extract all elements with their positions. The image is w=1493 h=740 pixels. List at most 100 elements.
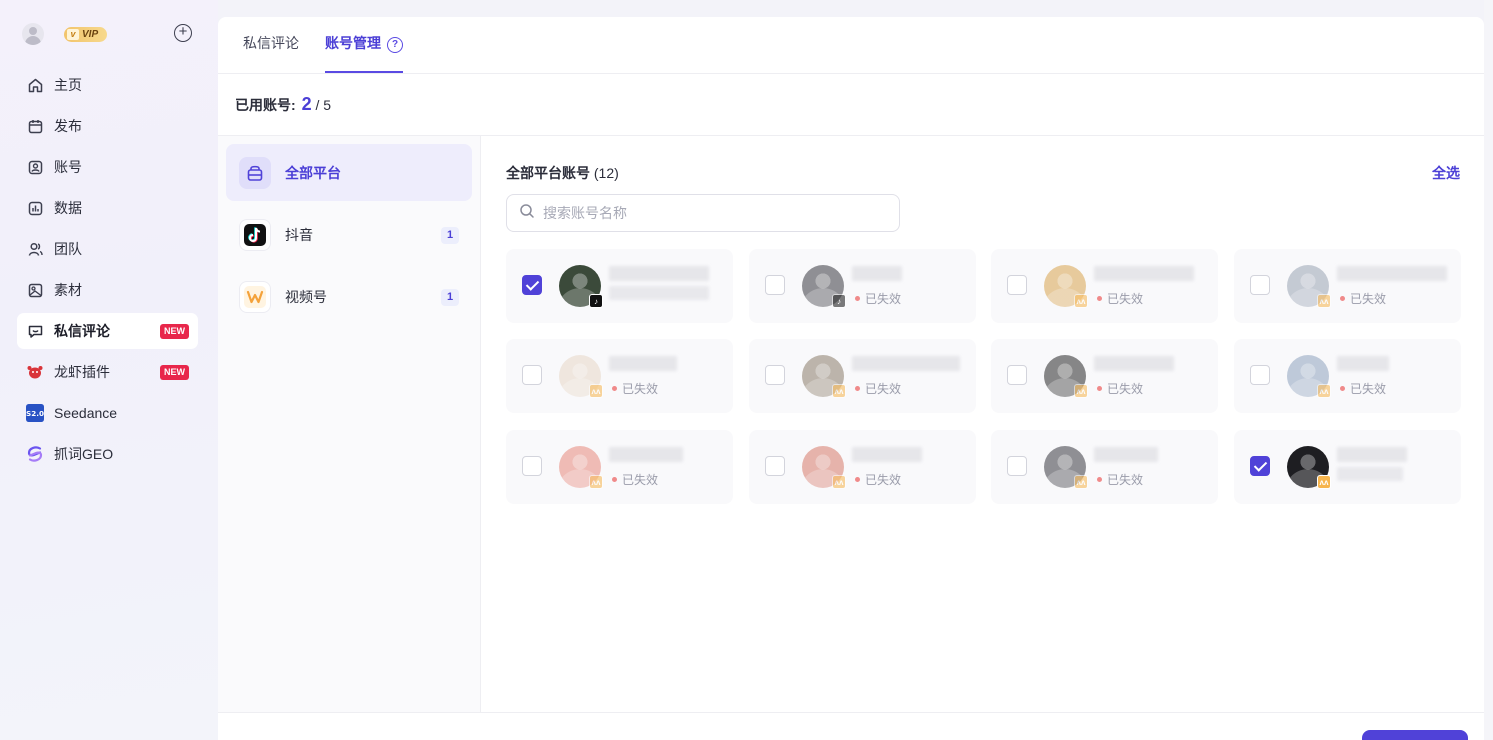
- shipinhao-badge-icon: ʌʌ: [1074, 294, 1088, 308]
- footer-divider: [218, 712, 1484, 713]
- sidebar-item-seedance[interactable]: S2.0 Seedance: [17, 395, 198, 431]
- account-card[interactable]: ʌʌ 已失效: [991, 249, 1218, 323]
- account-checkbox[interactable]: [522, 275, 542, 295]
- sidebar-item-data[interactable]: 数据: [17, 190, 198, 226]
- sidebar-item-home[interactable]: 主页: [17, 67, 198, 103]
- account-card[interactable]: ♪ 已失效: [749, 249, 976, 323]
- shipinhao-badge-icon: ʌʌ: [589, 475, 603, 489]
- status-dot: [1340, 296, 1345, 301]
- total-count: / 5: [315, 97, 332, 113]
- seedance-icon: S2.0: [26, 404, 44, 422]
- vip-v-icon: v: [67, 29, 79, 40]
- sidebar-item-label: 抓词GEO: [54, 446, 114, 462]
- sidebar-item-account[interactable]: 账号: [17, 149, 198, 185]
- shipinhao-badge-icon: ʌʌ: [589, 384, 603, 398]
- user-card-icon: [26, 158, 44, 176]
- status-dot: [1097, 296, 1102, 301]
- account-checkbox[interactable]: [765, 275, 785, 295]
- account-card[interactable]: ʌʌ 已失效: [506, 339, 733, 413]
- platform-item-shipinhao[interactable]: 视频号 1: [226, 268, 472, 325]
- sidebar-item-publish[interactable]: 发布: [17, 108, 198, 144]
- account-card[interactable]: ʌʌ 已失效: [991, 430, 1218, 504]
- account-checkbox[interactable]: [765, 456, 785, 476]
- confirm-button[interactable]: [1362, 730, 1468, 740]
- account-name-blurred: [1094, 356, 1174, 371]
- account-name-blurred: [1337, 266, 1447, 281]
- account-card[interactable]: ʌʌ 已失效: [1234, 339, 1461, 413]
- account-status: 已失效: [855, 290, 901, 307]
- add-circle-button[interactable]: +: [174, 24, 192, 42]
- help-icon[interactable]: ?: [387, 37, 403, 53]
- account-card[interactable]: ʌʌ 已失效: [506, 430, 733, 504]
- platform-item-all[interactable]: 全部平台: [226, 144, 472, 201]
- select-all-button[interactable]: 全选: [1432, 163, 1460, 183]
- user-avatar[interactable]: [22, 23, 44, 45]
- account-name-blurred: [609, 447, 683, 462]
- message-icon: [26, 322, 44, 340]
- search-input[interactable]: [543, 205, 883, 221]
- shipinhao-badge-icon: ʌʌ: [1074, 384, 1088, 398]
- douyin-badge-icon: ♪: [832, 294, 846, 308]
- shipinhao-badge-icon: ʌʌ: [1074, 475, 1088, 489]
- platform-count-badge: 1: [441, 289, 459, 306]
- account-card[interactable]: ʌʌ: [1234, 430, 1461, 504]
- status-dot: [855, 386, 860, 391]
- sidebar-item-geo[interactable]: 抓词GEO: [17, 436, 198, 472]
- shipinhao-icon: [239, 280, 271, 313]
- sidebar-header: v VIP +: [20, 20, 200, 48]
- calendar-icon: [26, 117, 44, 135]
- account-total-count: (12): [593, 165, 619, 181]
- account-name-blurred: [1094, 266, 1194, 281]
- status-dot: [1097, 386, 1102, 391]
- lobster-icon: [26, 363, 44, 381]
- account-name-blurred: [852, 356, 960, 371]
- sidebar: v VIP + 主页 发布 账号 数据 团队 素材 私信评论 NEW 龙虾插件 …: [0, 0, 218, 740]
- platform-list: 全部平台 抖音 1 视频号 1: [218, 136, 481, 713]
- account-status: 已失效: [1097, 380, 1143, 397]
- sidebar-item-label: 团队: [54, 241, 82, 257]
- shipinhao-badge-icon: ʌʌ: [1317, 384, 1331, 398]
- account-usage: 已用账号: 2 / 5: [235, 94, 332, 114]
- account-checkbox[interactable]: [1007, 365, 1027, 385]
- account-checkbox[interactable]: [1007, 275, 1027, 295]
- account-checkbox[interactable]: [1250, 365, 1270, 385]
- account-card[interactable]: ʌʌ 已失效: [749, 339, 976, 413]
- account-checkbox[interactable]: [1250, 456, 1270, 476]
- account-checkbox[interactable]: [1007, 456, 1027, 476]
- account-status: 已失效: [855, 471, 901, 488]
- account-list-title: 全部平台账号 (12): [506, 165, 619, 181]
- account-status: 已失效: [1097, 290, 1143, 307]
- platform-count-badge: 1: [441, 227, 459, 244]
- account-checkbox[interactable]: [522, 365, 542, 385]
- account-name-blurred: [1337, 447, 1407, 462]
- account-card[interactable]: ʌʌ 已失效: [749, 430, 976, 504]
- sidebar-item-label: 主页: [54, 77, 82, 93]
- account-id-blurred: [609, 286, 709, 300]
- status-dot: [612, 477, 617, 482]
- douyin-badge-icon: ♪: [589, 294, 603, 308]
- sidebar-item-messages[interactable]: 私信评论 NEW: [17, 313, 198, 349]
- platform-item-douyin[interactable]: 抖音 1: [226, 206, 472, 263]
- tab-messages[interactable]: 私信评论: [243, 17, 299, 73]
- vip-badge[interactable]: v VIP: [64, 27, 107, 42]
- sidebar-item-material[interactable]: 素材: [17, 272, 198, 308]
- account-card[interactable]: ʌʌ 已失效: [1234, 249, 1461, 323]
- account-card[interactable]: ♪: [506, 249, 733, 323]
- account-checkbox[interactable]: [765, 365, 785, 385]
- sidebar-item-team[interactable]: 团队: [17, 231, 198, 267]
- new-badge: NEW: [160, 365, 189, 380]
- new-badge: NEW: [160, 324, 189, 339]
- account-checkbox[interactable]: [1250, 275, 1270, 295]
- account-card[interactable]: ʌʌ 已失效: [991, 339, 1218, 413]
- geo-icon: [26, 445, 44, 463]
- account-checkbox[interactable]: [522, 456, 542, 476]
- all-platform-icon: [239, 156, 271, 189]
- sidebar-item-lobster[interactable]: 龙虾插件 NEW: [17, 354, 198, 390]
- tab-bar: 私信评论 账号管理?: [218, 17, 1484, 74]
- used-count: 2: [301, 94, 312, 114]
- account-list-panel: 全部平台账号 (12) 全选 ♪ ♪ 已失效 ʌʌ 已失效 ʌʌ 已失效 ʌʌ 已失效 ʌʌ 已失效…: [481, 136, 1484, 713]
- main-panel: 私信评论 账号管理? 已用账号: 2 / 5 全部平台 抖音 1 视频号 1 全…: [218, 17, 1484, 740]
- account-name-blurred: [852, 266, 902, 281]
- status-dot: [612, 386, 617, 391]
- tab-account-management[interactable]: 账号管理?: [325, 17, 403, 73]
